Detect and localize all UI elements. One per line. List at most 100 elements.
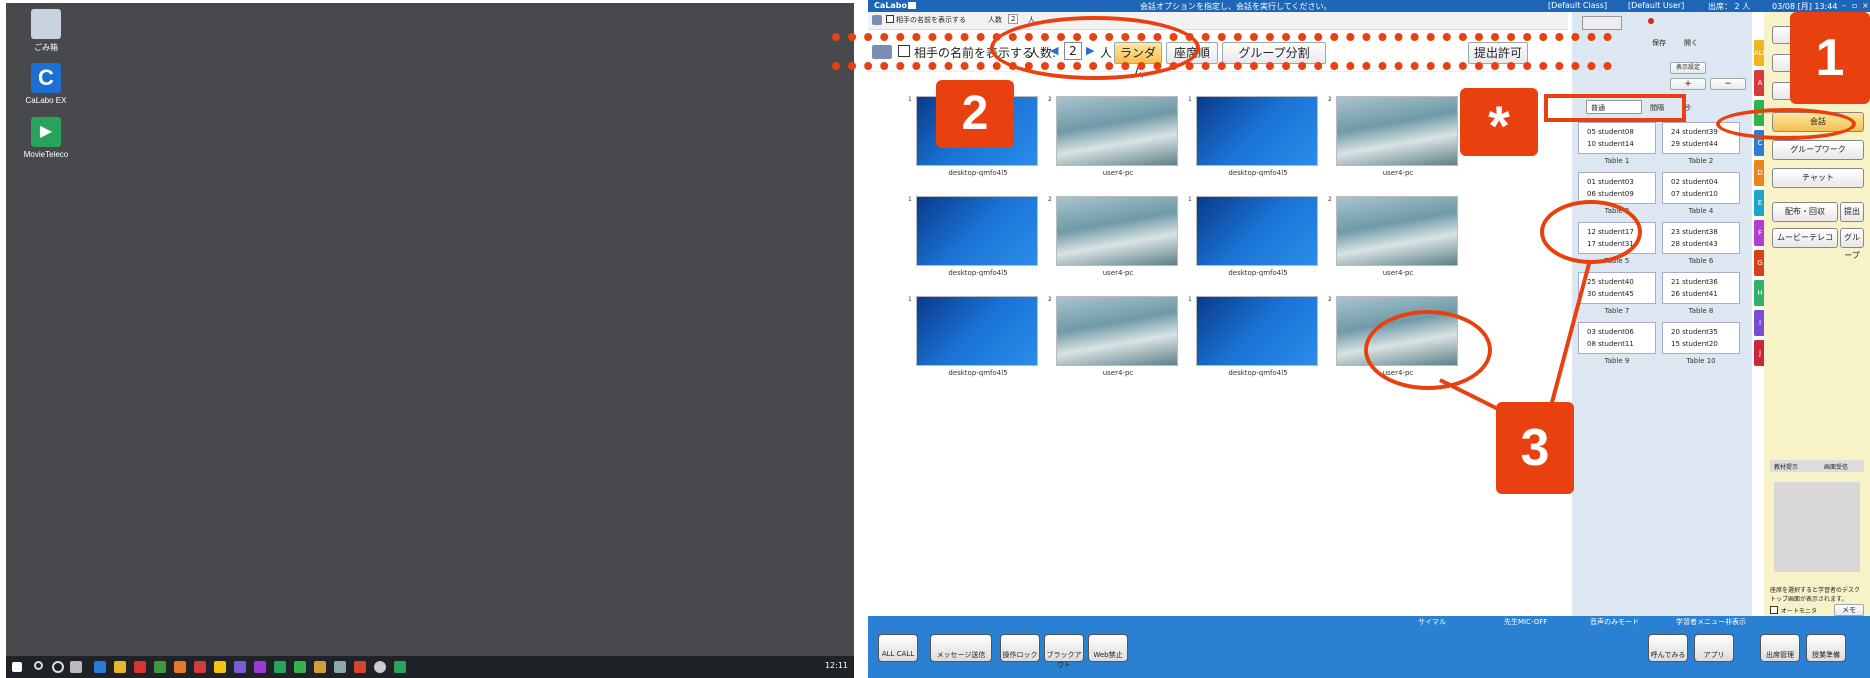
seat-table[interactable]: 20 student35 15 student20 [1662, 322, 1740, 354]
cortana-icon[interactable] [52, 661, 64, 673]
tab-screen-receive[interactable]: 画面受信 [1824, 462, 1848, 471]
bottom-buttons: ALL CALL メッセージ送信 操作ロック ブラックアウト Web禁止 呼んでみる アプリ… [868, 626, 1870, 669]
movieteleco-button[interactable]: ムービーテレコ [1772, 228, 1838, 248]
distribute-collect-button[interactable]: 配布・回収 [1772, 202, 1838, 222]
student-screen-thumbnail[interactable]: 1 desktop-qmfo4l5 [908, 296, 1048, 386]
bottom-right-button[interactable]: アプリ [1694, 634, 1734, 662]
seat-student[interactable]: 10 student14 [1587, 138, 1647, 150]
chrome-icon[interactable] [154, 661, 166, 673]
bottom-button[interactable]: メッセージ送信 [930, 634, 992, 662]
bottom-right-button[interactable]: 授業準備 [1806, 634, 1846, 662]
task-view-icon[interactable] [70, 661, 82, 673]
student-screen-thumbnail[interactable]: 1 desktop-qmfo4l5 [1188, 96, 1328, 186]
seat-student[interactable]: 07 student10 [1671, 188, 1731, 200]
app-title: CaLabo [874, 1, 907, 10]
taskbar-app-icon[interactable] [274, 661, 286, 673]
taskbar-app-icon[interactable] [294, 661, 306, 673]
student-screen-thumbnail[interactable]: 2 user4-pc [1048, 196, 1188, 286]
seat-student[interactable]: 01 student03 [1587, 176, 1647, 188]
seat-table[interactable]: 23 student38 28 student43 [1662, 222, 1740, 254]
table-name: Table 1 [1604, 157, 1630, 165]
seat-table[interactable]: 02 student04 07 student10 [1662, 172, 1740, 204]
seat-student[interactable]: 26 student41 [1671, 288, 1731, 300]
student-screen-thumbnail[interactable]: 1 desktop-qmfo4l5 [1188, 196, 1328, 286]
taskbar-app-icon[interactable] [394, 661, 406, 673]
seat-student[interactable]: 06 student09 [1587, 188, 1647, 200]
taskbar-app-icon[interactable] [254, 661, 266, 673]
callout-2: 2 [936, 80, 1014, 148]
thumbnail-number: 1 [1188, 96, 1192, 103]
highlight-ring-count [990, 16, 1200, 80]
seat-table[interactable]: 21 student36 26 student41 [1662, 272, 1740, 304]
taskbar-app-icon[interactable] [134, 661, 146, 673]
user-name: [Default User] [1628, 1, 1685, 10]
taskbar-app-icon[interactable] [314, 661, 326, 673]
open-seat-label[interactable]: 開く [1684, 38, 1698, 48]
thumbnail-label: desktop-qmfo4l5 [948, 369, 1008, 377]
bottom-button[interactable]: Web禁止 [1088, 634, 1128, 662]
auto-monitor-label: オートモニタ [1781, 608, 1818, 615]
student-screen-thumbnail[interactable]: 2 user4-pc [1328, 96, 1468, 186]
group-split-button[interactable]: グループ分割 [1222, 42, 1326, 64]
zoom-out-button[interactable]: − [1710, 78, 1746, 90]
student-screen-thumbnail[interactable]: 2 user4-pc [1048, 96, 1188, 186]
thumbnail-label: user4-pc [1102, 269, 1134, 277]
screen-preview [1196, 96, 1318, 166]
student-screen-thumbnail[interactable]: 2 user4-pc [1048, 296, 1188, 386]
taskbar: 12:11 [6, 656, 854, 678]
taskbar-app-icon[interactable] [234, 661, 246, 673]
taskbar-app-icon[interactable] [94, 661, 106, 673]
seat-mode-button[interactable] [1582, 16, 1622, 30]
start-icon[interactable] [12, 662, 22, 672]
submit-permit-button[interactable]: 提出許可 [1468, 42, 1528, 64]
thumbnail-number: 1 [908, 96, 912, 103]
recycle-bin-shortcut[interactable]: ごみ箱 [14, 9, 78, 53]
groupwork-button[interactable]: グループワーク [1772, 140, 1864, 160]
auto-monitor-checkbox[interactable] [1770, 606, 1778, 614]
seat-student[interactable]: 20 student35 [1671, 326, 1731, 338]
seat-student[interactable]: 15 student20 [1671, 338, 1731, 350]
group-button[interactable]: グループ [1840, 228, 1864, 260]
seat-student[interactable]: 29 student44 [1671, 138, 1731, 150]
title-message: 会話オプションを指定し、会話を実行してください。 [1140, 2, 1332, 11]
taskbar-app-icon[interactable] [354, 661, 366, 673]
show-name-checkbox[interactable] [898, 45, 910, 57]
seat-student[interactable]: 02 student04 [1671, 176, 1731, 188]
display-settings-button[interactable]: 表示設定 [1670, 62, 1706, 74]
show-name-checkbox-small[interactable] [886, 15, 894, 23]
taskbar-app-icon[interactable] [194, 661, 206, 673]
count-value-small[interactable]: 2 [1008, 14, 1019, 24]
tab-material[interactable]: 教材提示 [1774, 462, 1798, 471]
seat-student[interactable]: 23 student38 [1671, 226, 1731, 238]
chat-button[interactable]: チャット [1772, 168, 1864, 188]
pair-conversation-icon [872, 45, 892, 59]
bottom-button[interactable]: ALL CALL [878, 634, 918, 662]
student-screen-thumbnail[interactable]: 1 desktop-qmfo4l5 [1188, 296, 1328, 386]
movieteleco-shortcut[interactable]: ▶ MovieTeleco [14, 117, 78, 159]
submit-button[interactable]: 提出 [1840, 202, 1864, 222]
firefox-icon[interactable] [174, 661, 186, 673]
calabo-shortcut[interactable]: C CaLabo EX [14, 63, 78, 105]
minimize-icon[interactable]: – [1842, 1, 1846, 10]
seat-student[interactable]: 28 student43 [1671, 238, 1731, 250]
bottom-button[interactable]: 操作ロック [1000, 634, 1040, 662]
bottom-right-button[interactable]: 呼んでみる [1648, 634, 1688, 662]
explorer-icon[interactable] [114, 661, 126, 673]
student-screen-thumbnail[interactable]: 1 desktop-qmfo4l5 [908, 196, 1048, 286]
search-icon[interactable] [34, 661, 43, 670]
thumbnail-label: desktop-qmfo4l5 [1228, 169, 1288, 177]
restore-icon[interactable]: ▫ [1852, 1, 1857, 10]
settings-icon[interactable] [374, 661, 386, 673]
taskbar-app-icon[interactable] [334, 661, 346, 673]
save-seat-label[interactable]: 保存 [1652, 38, 1666, 48]
bottom-right-button[interactable]: 出席管理 [1760, 634, 1800, 662]
taskbar-app-icon[interactable] [214, 661, 226, 673]
seat-student[interactable]: 05 student08 [1587, 126, 1647, 138]
seat-table[interactable]: 05 student08 10 student14 [1578, 122, 1656, 154]
seat-student[interactable]: 21 student36 [1671, 276, 1731, 288]
thumbnail-number: 1 [908, 196, 912, 203]
zoom-in-button[interactable]: + [1670, 78, 1706, 90]
bottom-button[interactable]: ブラックアウト [1044, 634, 1084, 669]
memo-button[interactable]: メモ [1834, 604, 1864, 616]
close-icon[interactable]: × [1862, 1, 1869, 10]
